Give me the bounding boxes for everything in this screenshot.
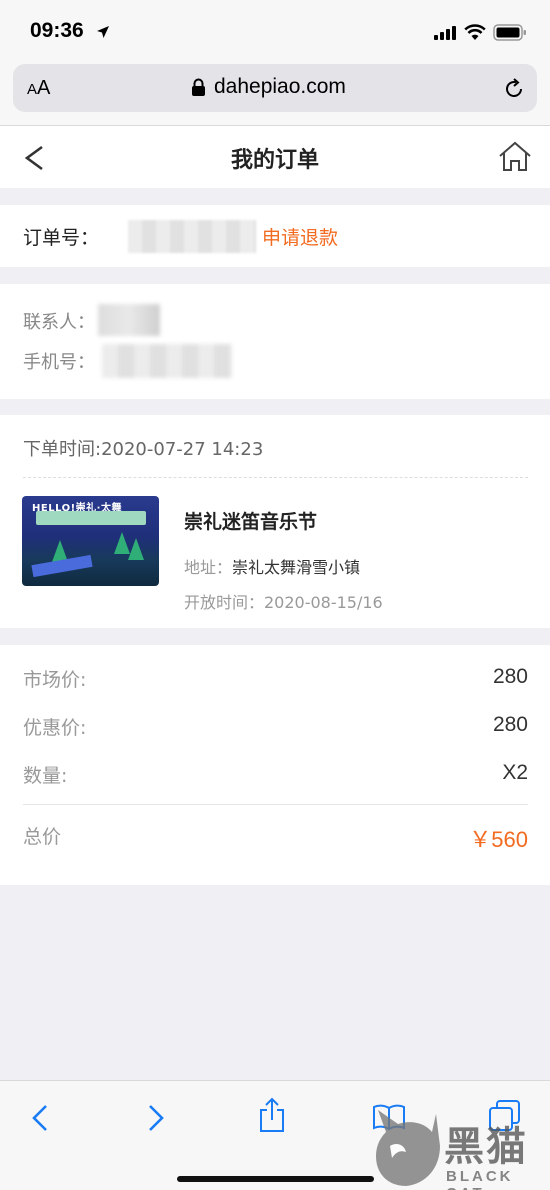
browser-chrome: AA dahepiao.com [0, 60, 550, 126]
divider [23, 804, 528, 805]
status-bar: 09:36 [0, 0, 550, 60]
discount-price-value: 280 [492, 713, 528, 736]
battery-icon [493, 24, 526, 41]
refund-link[interactable]: 申请退款 [262, 223, 338, 250]
address-label: 地址： [184, 558, 233, 577]
order-time: 下单时间:2020-07-27 14:23 [23, 439, 264, 460]
divider [23, 477, 528, 478]
watermark-en: BLACK CAT [446, 1168, 514, 1190]
market-price-row: 市场价: 280 [23, 665, 528, 695]
status-time: 09:36 [30, 19, 84, 42]
contact-card: 联系人： 手机号： [0, 284, 550, 399]
watermark-cn: 黑猫 [444, 1124, 528, 1170]
market-price-label: 市场价: [23, 669, 87, 691]
url-bar[interactable]: AA dahepiao.com [13, 64, 537, 112]
total-label: 总价 [23, 826, 62, 848]
reader-settings-button[interactable]: AA [27, 77, 50, 100]
discount-price-row: 优惠价: 280 [23, 713, 528, 743]
order-number-label: 订单号： [23, 227, 100, 249]
poster-banner [36, 511, 146, 525]
browser-forward-icon[interactable] [146, 1103, 166, 1133]
page-title: 我的订单 [230, 148, 319, 173]
contact-name-label: 联系人： [23, 312, 95, 333]
discount-price-label: 优惠价: [23, 717, 87, 739]
price-card: 市场价: 280 优惠价: 280 数量: X2 总价 ￥560 [0, 645, 550, 885]
home-icon[interactable] [498, 140, 532, 172]
product-name: 崇礼迷笛音乐节 [184, 511, 318, 533]
product-open-time: 开放时间：2020-08-15/16 [184, 593, 383, 612]
watermark: 黑猫 BLACK CAT [368, 1100, 550, 1190]
quantity-value: X2 [502, 761, 528, 784]
share-icon[interactable] [258, 1097, 286, 1133]
browser-back-icon[interactable] [30, 1103, 50, 1133]
page-header: 我的订单 [0, 126, 550, 188]
market-price-value: 280 [492, 665, 528, 688]
home-indicator [177, 1176, 374, 1182]
order-number-redacted [128, 220, 256, 253]
product-address: 地址：崇礼太舞滑雪小镇 [184, 554, 360, 578]
reload-icon[interactable] [503, 78, 525, 100]
address-value: 崇礼太舞滑雪小镇 [232, 558, 361, 577]
lock-icon [192, 78, 205, 96]
order-number-card: 订单号： 申请退款 [0, 205, 550, 267]
event-poster-image[interactable]: HELLO!崇礼·太舞 [22, 496, 159, 586]
total-row: 总价 ￥560 [23, 822, 528, 852]
product-card: 下单时间:2020-07-27 14:23 HELLO!崇礼·太舞 崇礼迷笛音乐… [0, 415, 550, 628]
quantity-row: 数量: X2 [23, 761, 528, 791]
wifi-icon [464, 24, 486, 40]
contact-phone-redacted [102, 344, 232, 378]
url-text[interactable]: dahepiao.com [214, 75, 346, 99]
contact-phone-label: 手机号： [23, 352, 95, 373]
cat-logo-icon [376, 1110, 440, 1186]
total-value: ￥560 [469, 827, 528, 852]
location-arrow-icon [97, 26, 109, 38]
tree-shape [128, 538, 144, 560]
contact-name-redacted [98, 304, 160, 336]
cell-signal-icon [434, 26, 456, 40]
quantity-label: 数量: [23, 765, 68, 787]
